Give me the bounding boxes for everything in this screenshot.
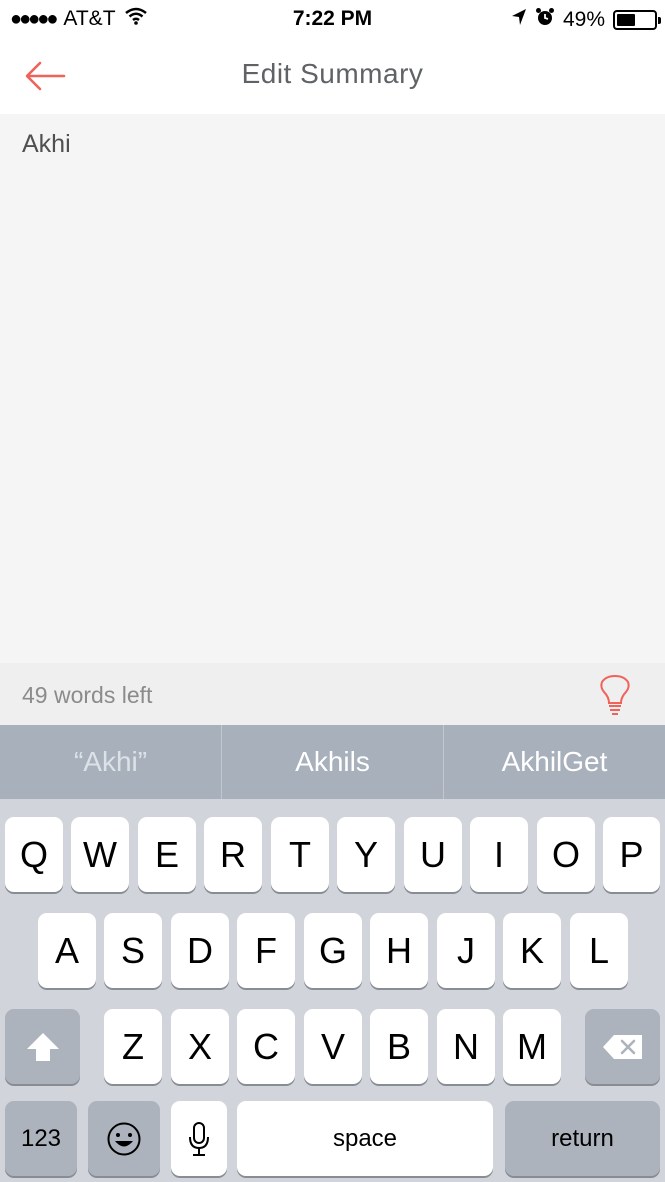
key-k[interactable]: K: [503, 913, 561, 988]
key-i[interactable]: I: [470, 817, 528, 892]
numbers-key[interactable]: 123: [5, 1101, 77, 1176]
emoji-face-icon: [107, 1122, 141, 1155]
prediction-2[interactable]: Akhils: [222, 725, 444, 799]
location-arrow-icon: [511, 8, 527, 32]
key-s[interactable]: S: [104, 913, 162, 988]
tips-button[interactable]: [598, 674, 632, 715]
key-t[interactable]: T: [271, 817, 329, 892]
words-left-counter: 49 words left: [22, 682, 153, 708]
key-h[interactable]: H: [370, 913, 428, 988]
shift-key[interactable]: [5, 1009, 80, 1084]
battery-percent: 49%: [562, 8, 605, 31]
lightbulb-icon: [600, 674, 630, 715]
delete-key[interactable]: [585, 1009, 660, 1084]
key-n[interactable]: N: [437, 1009, 495, 1084]
key-u[interactable]: U: [404, 817, 462, 892]
summary-text: Akhi: [22, 130, 71, 158]
key-y[interactable]: Y: [337, 817, 395, 892]
info-bar: 49 words left: [0, 663, 665, 725]
key-g[interactable]: G: [304, 913, 362, 988]
key-r[interactable]: R: [204, 817, 262, 892]
microphone-icon: [189, 1121, 209, 1156]
key-d[interactable]: D: [171, 913, 229, 988]
key-x[interactable]: X: [171, 1009, 229, 1084]
shift-arrow-icon: [26, 1032, 59, 1061]
key-a[interactable]: A: [38, 913, 96, 988]
key-w[interactable]: W: [71, 817, 129, 892]
prediction-3[interactable]: AkhilGet: [444, 725, 665, 799]
emoji-key[interactable]: [88, 1101, 160, 1176]
key-l[interactable]: L: [570, 913, 628, 988]
key-b[interactable]: B: [370, 1009, 428, 1084]
prediction-1[interactable]: “Akhi”: [0, 725, 222, 799]
key-p[interactable]: P: [603, 817, 660, 892]
alarm-clock-icon: [535, 7, 555, 33]
key-f[interactable]: F: [237, 913, 295, 988]
battery-icon: [613, 10, 661, 30]
key-z[interactable]: Z: [104, 1009, 162, 1084]
key-v[interactable]: V: [304, 1009, 362, 1084]
status-bar: ●●●●● AT&T 7:22 PM 49%: [0, 0, 665, 38]
return-key[interactable]: return: [505, 1101, 660, 1176]
space-key[interactable]: space: [237, 1101, 493, 1176]
keyboard: Q W E R T Y U I O P A S D F G H J K L Z …: [0, 799, 665, 1182]
key-o[interactable]: O: [537, 817, 595, 892]
key-q[interactable]: Q: [5, 817, 63, 892]
backspace-icon: [602, 1034, 642, 1059]
key-e[interactable]: E: [138, 817, 196, 892]
page-title: Edit Summary: [241, 58, 424, 89]
key-j[interactable]: J: [437, 913, 495, 988]
predictive-text-bar: “Akhi” Akhils AkhilGet: [0, 725, 665, 799]
key-m[interactable]: M: [503, 1009, 561, 1084]
navigation-bar: Edit Summary: [0, 38, 665, 114]
status-right: 49%: [503, 7, 661, 33]
dictation-key[interactable]: [171, 1101, 227, 1176]
key-c[interactable]: C: [237, 1009, 295, 1084]
summary-text-area[interactable]: Akhi: [0, 114, 665, 663]
